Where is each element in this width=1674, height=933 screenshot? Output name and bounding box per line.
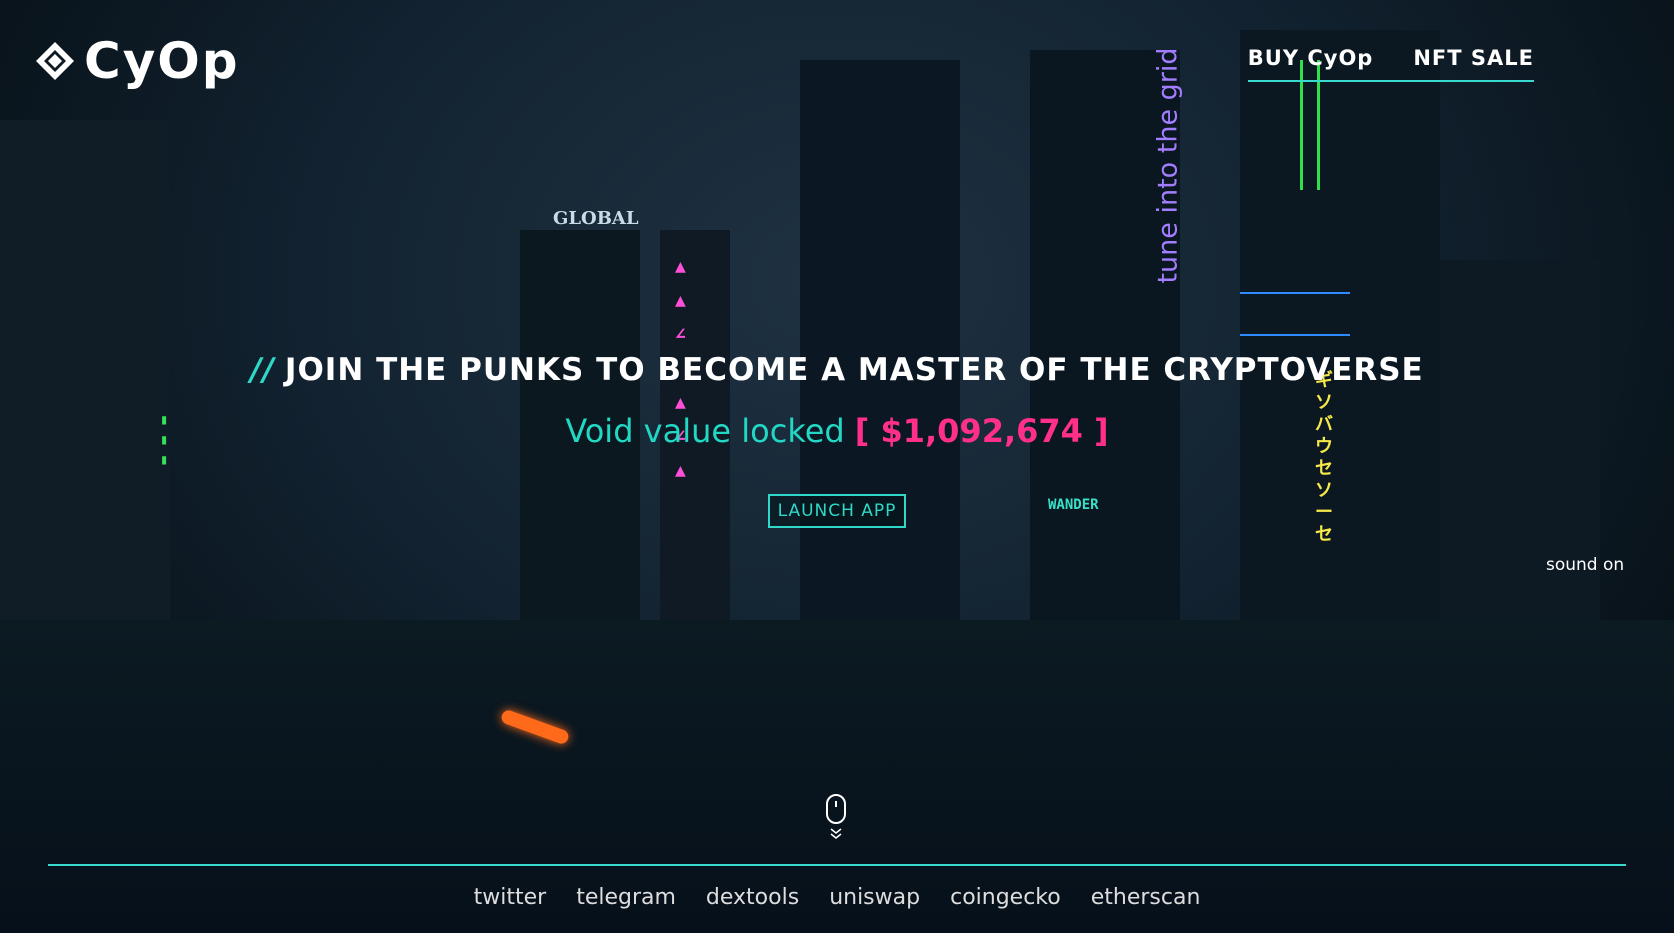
footer-links: twitter telegram dextools uniswap coinge… (0, 885, 1674, 910)
uniswap-link[interactable]: uniswap (829, 885, 920, 910)
launch-app-button[interactable]: LAUNCH APP (768, 494, 906, 528)
mouse-scroll-icon[interactable] (825, 793, 847, 841)
tvl-line: Void value locked[ $1,092,674 ] (0, 412, 1674, 450)
twitter-link[interactable]: twitter (474, 885, 547, 910)
buy-cyop-link[interactable]: BUY CyOp (1248, 46, 1374, 70)
hero-headline: //JOIN THE PUNKS TO BECOME A MASTER OF T… (0, 352, 1674, 388)
headline-prefix: // (250, 352, 275, 388)
brand-logo[interactable]: CyOp (34, 36, 240, 86)
footer-divider (48, 864, 1626, 866)
tvl-label: Void value locked (565, 412, 845, 450)
headline-text: JOIN THE PUNKS TO BECOME A MASTER OF THE… (284, 352, 1424, 388)
dextools-link[interactable]: dextools (706, 885, 799, 910)
etherscan-link[interactable]: etherscan (1091, 885, 1201, 910)
telegram-link[interactable]: telegram (576, 885, 676, 910)
sound-toggle[interactable]: sound on (1546, 555, 1624, 575)
nft-sale-link[interactable]: NFT SALE (1413, 46, 1534, 70)
wander-sign: WANDER (1048, 497, 1099, 513)
coingecko-link[interactable]: coingecko (950, 885, 1061, 910)
global-sign: GLOBAL (553, 208, 639, 229)
top-nav: BUY CyOp NFT SALE (1247, 46, 1534, 82)
tvl-value: [ $1,092,674 ] (854, 412, 1109, 450)
brand-name: CyOp (84, 32, 240, 90)
diamond-logo-icon (36, 42, 74, 80)
vertical-sign: tune into the grid (1152, 47, 1184, 284)
